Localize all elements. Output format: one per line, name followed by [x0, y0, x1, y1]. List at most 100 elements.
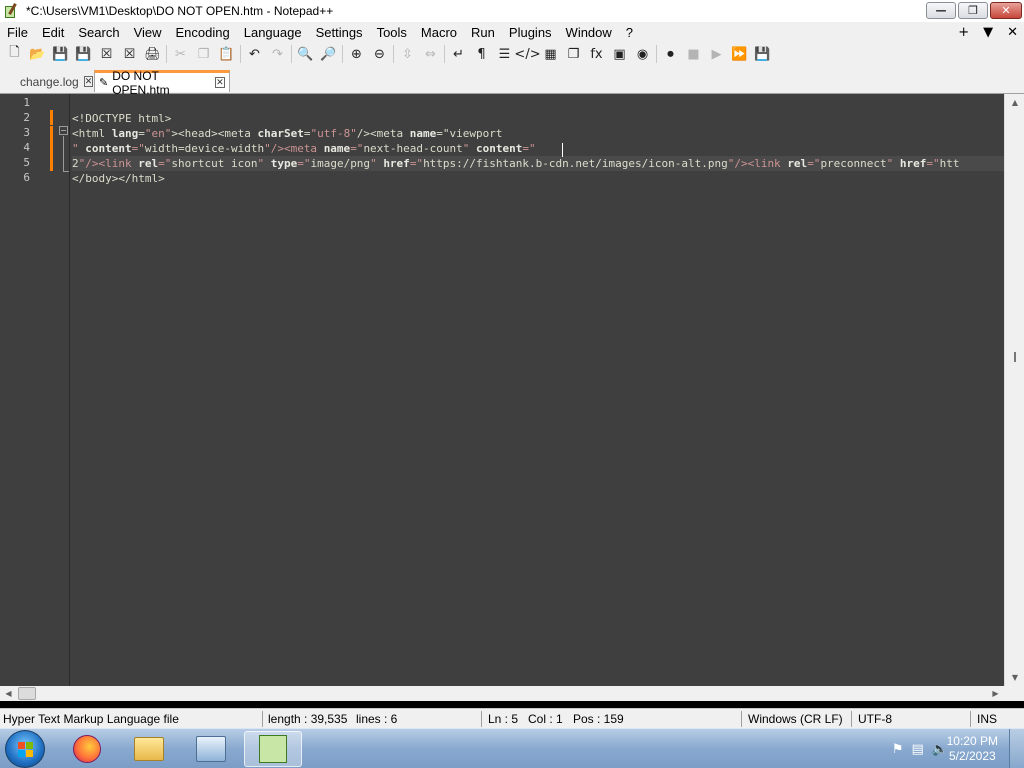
copy-icon[interactable]: ❐	[192, 43, 215, 65]
menu-view[interactable]: View	[127, 25, 169, 40]
code-line[interactable]: <html lang="en"><head><meta charSet="utf…	[72, 126, 503, 141]
monitoring-icon[interactable]: ◉	[631, 43, 654, 65]
menu-encoding[interactable]: Encoding	[169, 25, 237, 40]
folder-workspace-icon[interactable]: ▣	[608, 43, 631, 65]
menu-macro[interactable]: Macro	[414, 25, 464, 40]
show-desktop-button[interactable]	[1009, 729, 1024, 768]
scroll-down-icon[interactable]: ▼	[1005, 669, 1024, 686]
control-panel-icon	[196, 736, 226, 762]
encoding-status[interactable]: UTF-8	[858, 711, 892, 727]
firefox-icon	[73, 735, 101, 763]
new-file-icon[interactable]: 🗋	[3, 43, 26, 65]
show-all-chars-icon[interactable]: ¶	[470, 43, 493, 65]
record-macro-icon[interactable]: ⏺	[659, 43, 682, 65]
modified-pencil-icon: ✎	[99, 77, 109, 89]
close-icon[interactable]: ☒	[95, 43, 118, 65]
word-wrap-icon[interactable]: ↵	[447, 43, 470, 65]
print-icon[interactable]: 🖨	[141, 43, 164, 65]
close-window-button[interactable]: ✕	[990, 2, 1022, 19]
cut-icon[interactable]: ✂	[169, 43, 192, 65]
insert-mode-status[interactable]: INS	[977, 711, 997, 727]
toolbar: 🗋 📂 💾 💾 ☒ ☒ 🖨 ✂ ❐ 📋 ↶ ↷ 🔍 🔎 ⊕ ⊖ ⇳ ⇔ ↵ ¶ ☰ </> ▦ ❐ fx ▣ ◉ ⏺ ■ ▶ ⏩ 💾	[0, 42, 1024, 66]
menu-file[interactable]: File	[0, 25, 35, 40]
doc-list-icon[interactable]: ❐	[562, 43, 585, 65]
scroll-left-icon[interactable]: ◀	[0, 686, 17, 701]
start-button[interactable]	[5, 730, 45, 768]
minimize-button[interactable]: —	[926, 2, 956, 19]
menu-bar: File Edit Search View Encoding Language …	[0, 22, 1024, 42]
menu-language[interactable]: Language	[237, 25, 309, 40]
open-file-icon[interactable]: 📂	[26, 43, 49, 65]
undo-icon[interactable]: ↶	[243, 43, 266, 65]
function-list-icon[interactable]: fx	[585, 43, 608, 65]
code-text[interactable]: <!DOCTYPE html> <html lang="en"><head><me…	[72, 94, 1004, 686]
play-macro-icon[interactable]: ▶	[705, 43, 728, 65]
tab-do-not-open[interactable]: ✎ DO NOT OPEN.htm ✕	[94, 69, 230, 97]
save-all-icon[interactable]: 💾	[72, 43, 95, 65]
editor-area[interactable]: 1 2 3 4 5 6 − <!DOCTYPE html> <html lang=…	[0, 94, 1024, 686]
taskbar-control-panel[interactable]	[182, 731, 240, 767]
code-line[interactable]: 2"/><link rel="shortcut icon" type="imag…	[72, 156, 1004, 171]
menu-plugins[interactable]: Plugins	[502, 25, 559, 40]
scroll-grip[interactable]	[1014, 352, 1016, 362]
taskbar-explorer[interactable]	[120, 731, 178, 767]
windows-logo-icon	[18, 742, 34, 758]
menu-settings[interactable]: Settings	[309, 25, 370, 40]
code-line[interactable]: " content="width=device-width"/><meta na…	[72, 141, 536, 156]
network-icon[interactable]: ▤	[912, 742, 924, 757]
menu-help[interactable]: ?	[619, 25, 640, 40]
save-macro-icon[interactable]: 💾	[751, 43, 774, 65]
run-macro-multiple-icon[interactable]: ⏩	[728, 43, 751, 65]
vertical-scrollbar[interactable]: ▲ ▼	[1004, 94, 1024, 686]
menu-search[interactable]: Search	[71, 25, 126, 40]
menu-tools[interactable]: Tools	[370, 25, 414, 40]
notepadpp-icon	[259, 735, 287, 763]
redo-icon[interactable]: ↷	[266, 43, 289, 65]
notepadpp-app-icon[interactable]	[3, 3, 19, 19]
horizontal-scroll-thumb[interactable]	[18, 687, 36, 700]
menu-run[interactable]: Run	[464, 25, 502, 40]
tab-close-icon[interactable]: ✕	[83, 76, 94, 87]
add-tab-icon[interactable]: +	[958, 25, 969, 40]
stop-record-icon[interactable]: ■	[682, 43, 705, 65]
taskbar-notepadpp[interactable]	[244, 731, 302, 767]
volume-icon[interactable]: 🔈	[932, 742, 948, 757]
eol-status[interactable]: Windows (CR LF)	[748, 711, 843, 727]
indent-guide-icon[interactable]: ☰	[493, 43, 516, 65]
replace-icon[interactable]: 🔎	[317, 43, 340, 65]
close-document-icon[interactable]: ✕	[1007, 25, 1018, 40]
title-bar[interactable]: *C:\Users\VM1\Desktop\DO NOT OPEN.htm - …	[0, 0, 1024, 22]
code-line[interactable]: <!DOCTYPE html>	[72, 111, 171, 126]
code-line[interactable]: </body></html>	[72, 171, 165, 186]
fold-toggle-icon[interactable]: −	[59, 126, 68, 135]
tab-label: DO NOT OPEN.htm	[112, 68, 170, 97]
doc-map-icon[interactable]: ▦	[539, 43, 562, 65]
tab-change-log[interactable]: change.log ✕	[16, 72, 94, 91]
sync-horizontal-icon[interactable]: ⇔	[419, 43, 442, 65]
scroll-right-icon[interactable]: ▶	[987, 686, 1004, 701]
tab-list-dropdown-icon[interactable]: ▼	[983, 25, 993, 40]
paste-icon[interactable]: 📋	[215, 43, 238, 65]
scroll-up-icon[interactable]: ▲	[1005, 94, 1024, 111]
status-divider	[970, 711, 971, 727]
tab-close-icon[interactable]: ✕	[214, 77, 225, 88]
line-number-gutter[interactable]: 1 2 3 4 5 6 −	[0, 94, 70, 686]
toolbar-separator	[166, 45, 167, 63]
language-tag-icon[interactable]: </>	[514, 43, 540, 65]
status-divider	[481, 711, 482, 727]
horizontal-scrollbar[interactable]: ◀ ▶	[0, 686, 1004, 701]
close-all-icon[interactable]: ☒	[118, 43, 141, 65]
zoom-in-icon[interactable]: ⊕	[345, 43, 368, 65]
action-center-flag-icon[interactable]: ⚑	[892, 742, 904, 757]
taskbar-clock[interactable]: 10:20 PM 5/2/2023	[947, 734, 998, 764]
find-icon[interactable]: 🔍	[294, 43, 317, 65]
maximize-button[interactable]: ❐	[958, 2, 988, 19]
menu-window[interactable]: Window	[559, 25, 619, 40]
taskbar-firefox[interactable]	[58, 731, 116, 767]
lines-status: lines : 6	[356, 712, 398, 726]
save-icon[interactable]: 💾	[49, 43, 72, 65]
sync-vertical-icon[interactable]: ⇳	[396, 43, 419, 65]
menu-edit[interactable]: Edit	[35, 25, 71, 40]
zoom-out-icon[interactable]: ⊖	[368, 43, 391, 65]
toolbar-separator	[393, 45, 394, 63]
